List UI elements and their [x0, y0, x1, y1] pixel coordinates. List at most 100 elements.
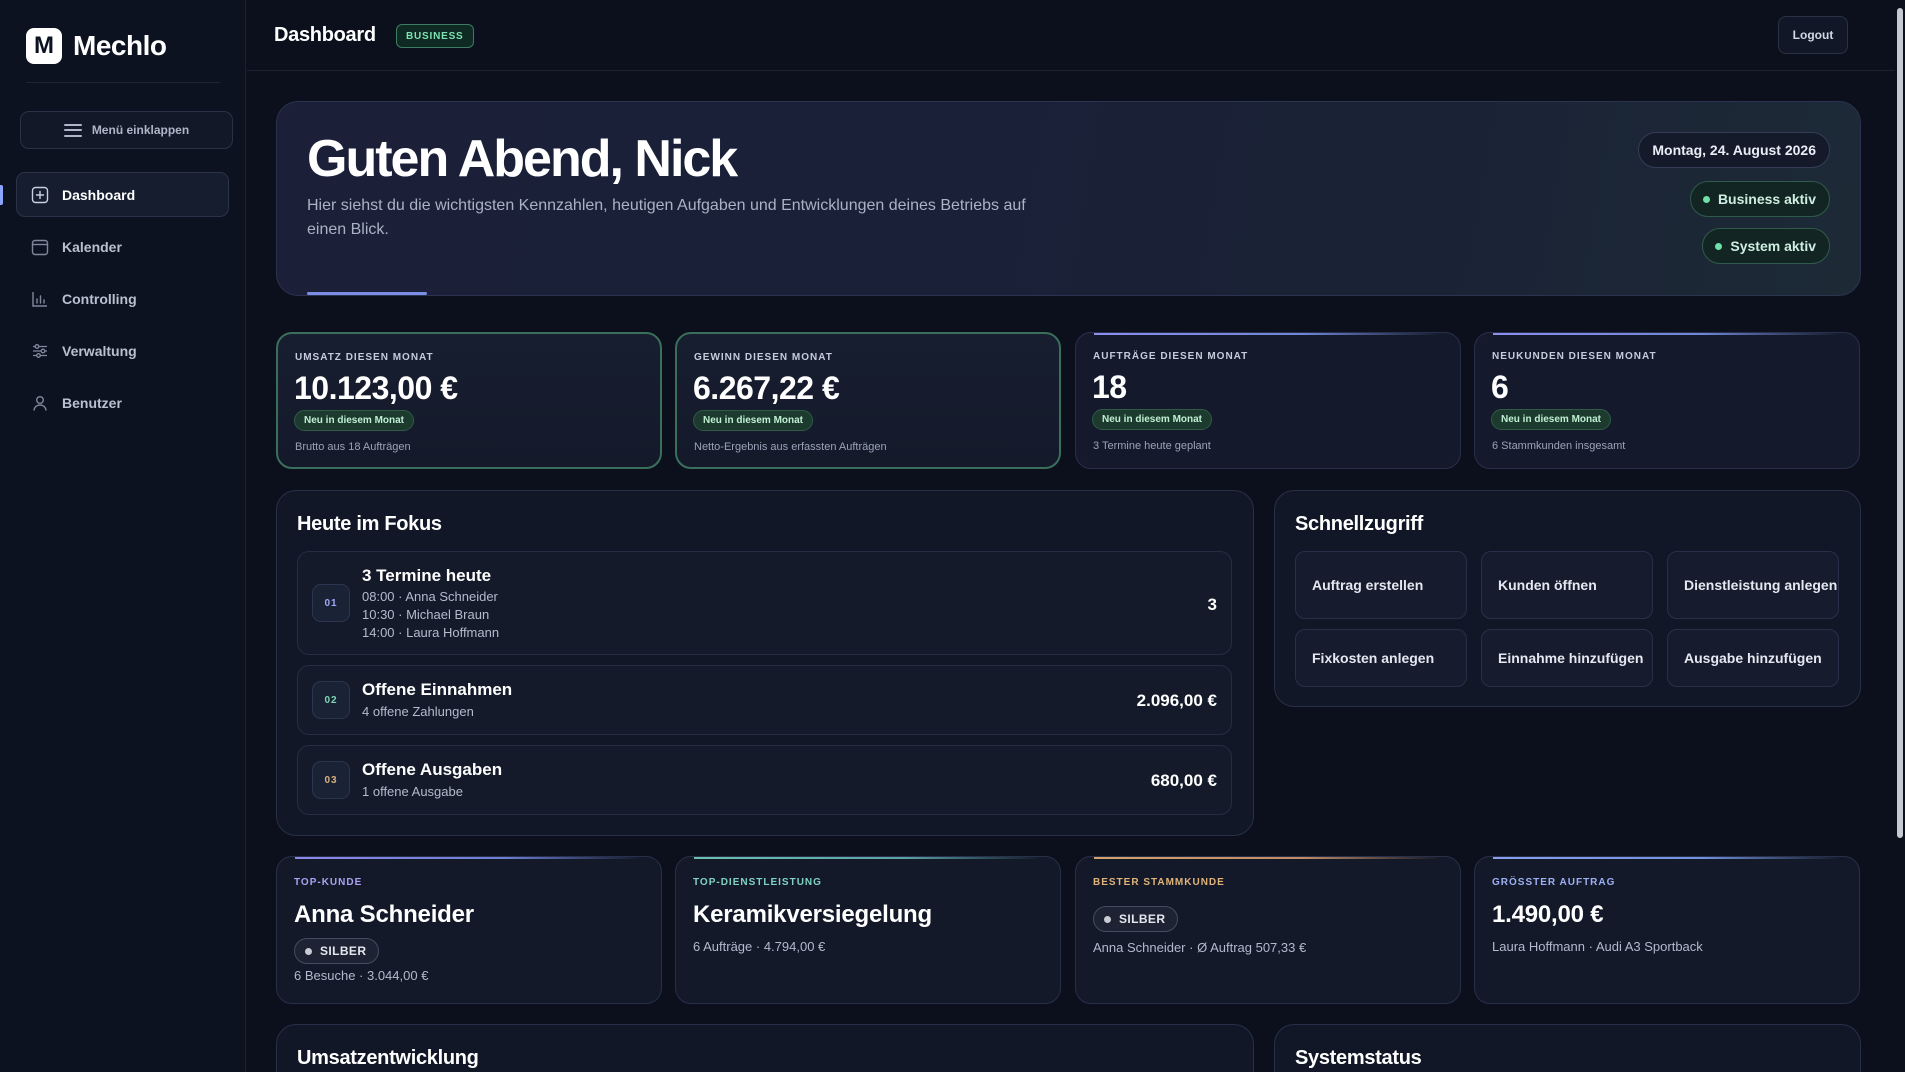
focus-number: 03	[312, 761, 350, 799]
sidebar-item-benutzer[interactable]: Benutzer	[16, 380, 229, 425]
kpi-label: NEUKUNDEN DIESEN MONAT	[1492, 351, 1657, 362]
sidebar-divider	[26, 82, 220, 83]
create-order-button[interactable]: Auftrag erstellen	[1295, 551, 1467, 619]
kpi-card-revenue: UMSATZ DIESEN MONAT 10.123,00 € Neu in d…	[276, 332, 662, 469]
focus-number: 02	[312, 681, 350, 719]
dashboard-icon	[31, 186, 49, 204]
quick-access-title: Schnellzugriff	[1295, 513, 1424, 535]
tier-dot-icon	[305, 947, 312, 955]
open-customers-button[interactable]: Kunden öffnen	[1481, 551, 1653, 619]
revenue-trend-panel: Umsatzentwicklung	[276, 1024, 1254, 1072]
focus-item-line: 4 offene Zahlungen	[362, 704, 474, 719]
focus-item-line: 1 offene Ausgabe	[362, 784, 463, 799]
sidebar-item-kalender[interactable]: Kalender	[16, 224, 229, 269]
welcome-hero: Guten Abend, Nick Hier siehst du die wic…	[276, 101, 1861, 296]
highlight-note: Laura Hoffmann · Audi A3 Sportback	[1492, 939, 1703, 954]
kpi-value: 6.267,22 €	[693, 370, 840, 406]
logout-button[interactable]: Logout	[1778, 16, 1848, 54]
kpi-value: 6	[1491, 369, 1509, 405]
plan-badge: BUSINESS	[396, 24, 474, 48]
scrollbar-thumb[interactable]	[1897, 8, 1903, 838]
status-dot-icon	[1702, 195, 1710, 203]
sidebar-item-label: Dashboard	[62, 186, 136, 203]
business-status-pill: Business aktiv	[1689, 181, 1830, 217]
focus-item-open-income[interactable]: 02 Offene Einnahmen 4 offene Zahlungen 2…	[297, 665, 1232, 735]
app-logo[interactable]: M Mechlo	[26, 28, 167, 64]
tier-badge: SILBER	[294, 938, 380, 964]
tier-dot-icon	[1104, 915, 1111, 923]
focus-item-line: 10:30 · Michael Braun	[362, 607, 490, 622]
collapse-menu-label: Menü einklappen	[91, 123, 190, 137]
sidebar: M Mechlo Menü einklappen Dashboard Kalen…	[0, 0, 246, 1072]
create-service-button[interactable]: Dienstleistung anlegen	[1667, 551, 1839, 619]
focus-item-value: 680,00 €	[1150, 771, 1217, 790]
top-service-card: TOP-DIENSTLEISTUNG Keramikversiegelung 6…	[675, 856, 1061, 1004]
focus-item-open-expenses[interactable]: 03 Offene Ausgaben 1 offene Ausgabe 680,…	[297, 745, 1232, 815]
focus-item-value: 3	[1207, 595, 1217, 614]
revenue-trend-title: Umsatzentwicklung	[297, 1047, 479, 1069]
collapse-menu-button[interactable]: Menü einklappen	[20, 111, 233, 149]
system-status-title: Systemstatus	[1295, 1047, 1422, 1069]
highlight-label: GRÖSSTER AUFTRAG	[1492, 877, 1616, 888]
focus-item-line: 08:00 · Anna Schneider	[362, 589, 498, 604]
add-income-button[interactable]: Einnahme hinzufügen	[1481, 629, 1653, 687]
topbar: Dashboard BUSINESS Logout	[247, 0, 1895, 71]
calendar-icon	[31, 238, 49, 256]
highlight-note: Anna Schneider · Ø Auftrag 507,33 €	[1093, 940, 1307, 955]
sidebar-nav: Dashboard Kalender Controlling Verwaltun…	[16, 172, 229, 432]
highlight-label: BESTER STAMMKUNDE	[1093, 877, 1225, 888]
status-label: System aktiv	[1730, 238, 1816, 254]
kpi-card-profit: GEWINN DIESEN MONAT 6.267,22 € Neu in di…	[675, 332, 1061, 469]
current-date-pill: Montag, 24. August 2026	[1638, 132, 1830, 168]
kpi-card-orders: AUFTRÄGE DIESEN MONAT 18 Neu in diesem M…	[1075, 332, 1461, 469]
create-fixed-costs-button[interactable]: Fixkosten anlegen	[1295, 629, 1467, 687]
focus-item-title: 3 Termine heute	[362, 566, 492, 585]
system-status-panel: Systemstatus	[1274, 1024, 1861, 1072]
kpi-note: Brutto aus 18 Aufträgen	[295, 441, 411, 453]
highlight-label: TOP-KUNDE	[294, 877, 363, 888]
largest-order-card: GRÖSSTER AUFTRAG 1.490,00 € Laura Hoffma…	[1474, 856, 1860, 1004]
focus-item-appointments[interactable]: 01 3 Termine heute 08:00 · Anna Schneide…	[297, 551, 1232, 655]
sidebar-item-label: Kalender	[62, 238, 122, 255]
greeting-title: Guten Abend, Nick	[307, 130, 738, 188]
kpi-badge: Neu in diesem Monat	[1092, 409, 1213, 430]
highlight-label: TOP-DIENSTLEISTUNG	[693, 877, 822, 888]
kpi-value: 10.123,00 €	[294, 370, 458, 406]
kpi-label: GEWINN DIESEN MONAT	[694, 352, 833, 363]
add-expense-button[interactable]: Ausgabe hinzufügen	[1667, 629, 1839, 687]
focus-number: 01	[312, 584, 350, 622]
best-regular-customer-card: BESTER STAMMKUNDE SILBER Anna Schneider …	[1075, 856, 1461, 1004]
status-dot-icon	[1715, 242, 1723, 250]
kpi-label: UMSATZ DIESEN MONAT	[295, 352, 434, 363]
greeting-subtitle: Hier siehst du die wichtigsten Kennzahle…	[307, 197, 1026, 238]
active-indicator	[0, 185, 3, 205]
highlight-value: 1.490,00 €	[1492, 901, 1604, 928]
highlight-note: 6 Besuche · 3.044,00 €	[294, 968, 429, 983]
kpi-card-new-customers: NEUKUNDEN DIESEN MONAT 6 Neu in diesem M…	[1474, 332, 1860, 469]
chart-icon	[31, 290, 49, 308]
sliders-icon	[31, 342, 49, 360]
kpi-badge: Neu in diesem Monat	[693, 410, 814, 431]
sidebar-item-dashboard[interactable]: Dashboard	[16, 172, 229, 217]
sidebar-item-label: Verwaltung	[62, 342, 137, 359]
kpi-note: Netto-Ergebnis aus erfassten Aufträgen	[694, 441, 887, 453]
scrollbar[interactable]	[1895, 0, 1905, 1072]
kpi-label: AUFTRÄGE DIESEN MONAT	[1093, 351, 1249, 362]
hero-accent-line	[307, 292, 427, 295]
kpi-badge: Neu in diesem Monat	[1491, 409, 1612, 430]
focus-title: Heute im Fokus	[297, 513, 442, 535]
user-icon	[31, 394, 49, 412]
sidebar-item-label: Benutzer	[62, 394, 122, 411]
focus-item-title: Offene Ausgaben	[362, 760, 503, 779]
sidebar-item-verwaltung[interactable]: Verwaltung	[16, 328, 229, 373]
status-label: Business aktiv	[1717, 191, 1816, 207]
tier-label: SILBER	[1119, 912, 1166, 926]
app-name: Mechlo	[73, 30, 167, 61]
highlight-value: Keramikversiegelung	[693, 901, 932, 928]
sidebar-item-controlling[interactable]: Controlling	[16, 276, 229, 321]
tier-label: SILBER	[320, 944, 367, 958]
logo-mark: M	[26, 28, 62, 64]
tier-badge: SILBER	[1093, 906, 1179, 932]
highlight-note: 6 Aufträge · 4.794,00 €	[693, 939, 826, 954]
focus-panel: Heute im Fokus 01 3 Termine heute 08:00 …	[276, 490, 1254, 836]
